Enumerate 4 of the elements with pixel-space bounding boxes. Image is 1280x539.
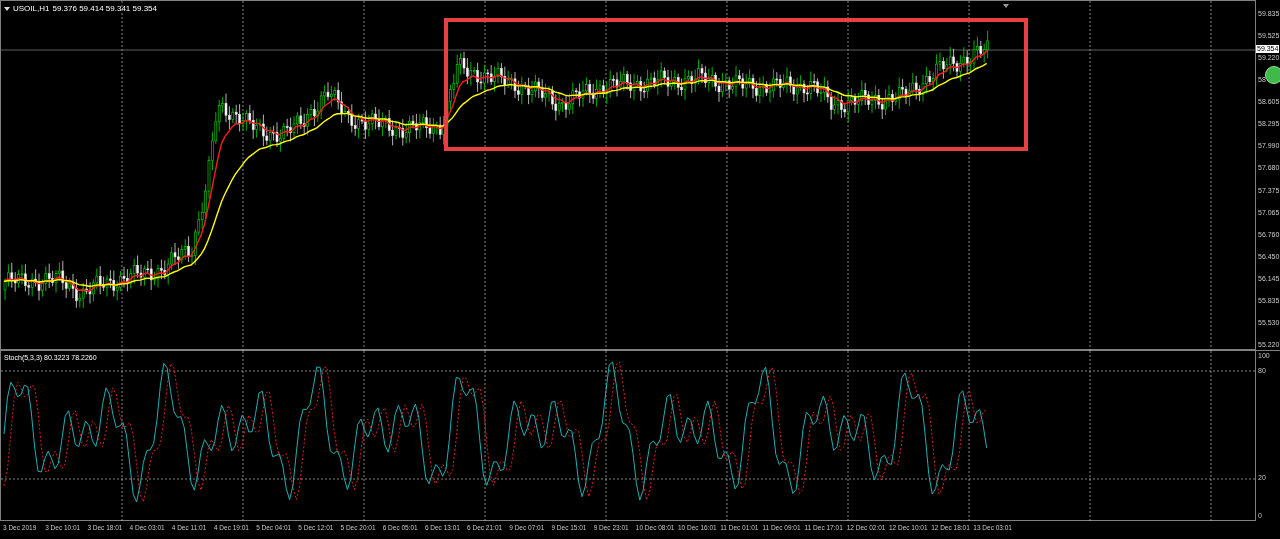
caret-icon[interactable] xyxy=(4,7,10,11)
symbol-label: USOIL,H1 xyxy=(13,3,50,15)
triangle-icon xyxy=(1003,4,1009,8)
ohlc-values: 59.376 59.414 59.341 59.354 xyxy=(52,3,157,15)
